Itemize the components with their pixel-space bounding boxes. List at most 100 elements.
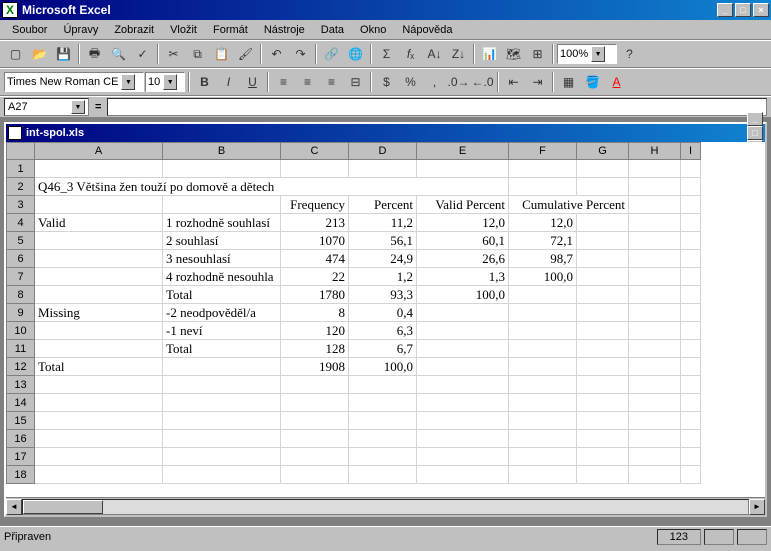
- cell-E18[interactable]: [417, 466, 509, 484]
- cell-I1[interactable]: [681, 160, 701, 178]
- row-header-13[interactable]: 13: [7, 376, 35, 394]
- column-header-F[interactable]: F: [509, 143, 577, 160]
- cell-I8[interactable]: [681, 286, 701, 304]
- cell-I14[interactable]: [681, 394, 701, 412]
- row-header-6[interactable]: 6: [7, 250, 35, 268]
- new-icon[interactable]: ▢: [4, 43, 27, 65]
- dec-indent-icon[interactable]: ⇤: [502, 71, 525, 93]
- cell-I16[interactable]: [681, 430, 701, 448]
- cell-A6[interactable]: [35, 250, 163, 268]
- paste-icon[interactable]: 📋: [210, 43, 233, 65]
- name-box[interactable]: A27 ▼: [4, 98, 89, 116]
- wb-maximize-button[interactable]: □: [747, 126, 763, 140]
- cell-I9[interactable]: [681, 304, 701, 322]
- horizontal-scrollbar[interactable]: [22, 499, 749, 515]
- row-header-15[interactable]: 15: [7, 412, 35, 430]
- cell-D13[interactable]: [349, 376, 417, 394]
- open-icon[interactable]: 📂: [28, 43, 51, 65]
- cell-F6[interactable]: 98,7: [509, 250, 577, 268]
- cell-C5[interactable]: 1070: [281, 232, 349, 250]
- menu-napoveda[interactable]: Nápověda: [394, 22, 460, 38]
- cell-H8[interactable]: [629, 286, 681, 304]
- cell-D7[interactable]: 1,2: [349, 268, 417, 286]
- cell-A16[interactable]: [35, 430, 163, 448]
- chevron-down-icon[interactable]: ▼: [71, 100, 85, 114]
- column-header-B[interactable]: B: [163, 143, 281, 160]
- row-header-1[interactable]: 1: [7, 160, 35, 178]
- column-header-D[interactable]: D: [349, 143, 417, 160]
- cell-B18[interactable]: [163, 466, 281, 484]
- row-header-9[interactable]: 9: [7, 304, 35, 322]
- row-header-14[interactable]: 14: [7, 394, 35, 412]
- cell-G4[interactable]: [577, 214, 629, 232]
- cell-F16[interactable]: [509, 430, 577, 448]
- cell-B8[interactable]: Total: [163, 286, 281, 304]
- underline-icon[interactable]: U: [241, 71, 264, 93]
- cell-A13[interactable]: [35, 376, 163, 394]
- cell-B13[interactable]: [163, 376, 281, 394]
- cell-I6[interactable]: [681, 250, 701, 268]
- select-all-corner[interactable]: [7, 143, 35, 160]
- cell-B17[interactable]: [163, 448, 281, 466]
- cell-H18[interactable]: [629, 466, 681, 484]
- cell-H4[interactable]: [629, 214, 681, 232]
- cell-A10[interactable]: [35, 322, 163, 340]
- cell-F9[interactable]: [509, 304, 577, 322]
- cell-E13[interactable]: [417, 376, 509, 394]
- cell-B4[interactable]: 1 rozhodně souhlasí: [163, 214, 281, 232]
- cell-G13[interactable]: [577, 376, 629, 394]
- maximize-button[interactable]: □: [735, 3, 751, 17]
- cell-I17[interactable]: [681, 448, 701, 466]
- cell-B3[interactable]: [163, 196, 281, 214]
- cell-A5[interactable]: [35, 232, 163, 250]
- equals-label[interactable]: =: [95, 101, 101, 113]
- cell-H6[interactable]: [629, 250, 681, 268]
- cell-H2[interactable]: [629, 178, 681, 196]
- cell-D14[interactable]: [349, 394, 417, 412]
- cell-B9[interactable]: -2 neodpověděl/a: [163, 304, 281, 322]
- row-header-11[interactable]: 11: [7, 340, 35, 358]
- cell-C15[interactable]: [281, 412, 349, 430]
- scroll-left-button[interactable]: ◄: [6, 499, 22, 515]
- cell-H3[interactable]: [629, 196, 681, 214]
- cell-E16[interactable]: [417, 430, 509, 448]
- merge-icon[interactable]: ⊟: [344, 71, 367, 93]
- cell-B10[interactable]: -1 neví: [163, 322, 281, 340]
- print-icon[interactable]: 🖶: [83, 43, 106, 65]
- cell-B5[interactable]: 2 souhlasí: [163, 232, 281, 250]
- bold-icon[interactable]: B: [193, 71, 216, 93]
- cell-I15[interactable]: [681, 412, 701, 430]
- menu-vlozit[interactable]: Vložit: [162, 22, 205, 38]
- redo-icon[interactable]: ↷: [289, 43, 312, 65]
- cell-A1[interactable]: [35, 160, 163, 178]
- wb-minimize-button[interactable]: _: [747, 112, 763, 126]
- cell-A4[interactable]: Valid: [35, 214, 163, 232]
- cell-A8[interactable]: [35, 286, 163, 304]
- map-icon[interactable]: 🗺: [502, 43, 525, 65]
- close-button[interactable]: ×: [753, 3, 769, 17]
- cell-F11[interactable]: [509, 340, 577, 358]
- row-header-7[interactable]: 7: [7, 268, 35, 286]
- cell-H10[interactable]: [629, 322, 681, 340]
- cell-E8[interactable]: 100,0: [417, 286, 509, 304]
- cell-D5[interactable]: 56,1: [349, 232, 417, 250]
- row-header-10[interactable]: 10: [7, 322, 35, 340]
- cell-F14[interactable]: [509, 394, 577, 412]
- workbook-titlebar[interactable]: int-spol.xls _ □ ×: [6, 124, 765, 142]
- cell-D6[interactable]: 24,9: [349, 250, 417, 268]
- cell-A9[interactable]: Missing: [35, 304, 163, 322]
- cell-F1[interactable]: [509, 160, 577, 178]
- scroll-thumb[interactable]: [23, 500, 103, 514]
- cell-A17[interactable]: [35, 448, 163, 466]
- cell-D4[interactable]: 11,2: [349, 214, 417, 232]
- cell-A3[interactable]: [35, 196, 163, 214]
- percent-icon[interactable]: %: [399, 71, 422, 93]
- cell-F17[interactable]: [509, 448, 577, 466]
- cell-B15[interactable]: [163, 412, 281, 430]
- cell-E3[interactable]: Valid Percent: [417, 196, 509, 214]
- cell-B11[interactable]: Total: [163, 340, 281, 358]
- italic-icon[interactable]: I: [217, 71, 240, 93]
- cell-G2[interactable]: [577, 178, 629, 196]
- cell-H12[interactable]: [629, 358, 681, 376]
- cell-F3[interactable]: Cumulative Percent: [509, 196, 629, 214]
